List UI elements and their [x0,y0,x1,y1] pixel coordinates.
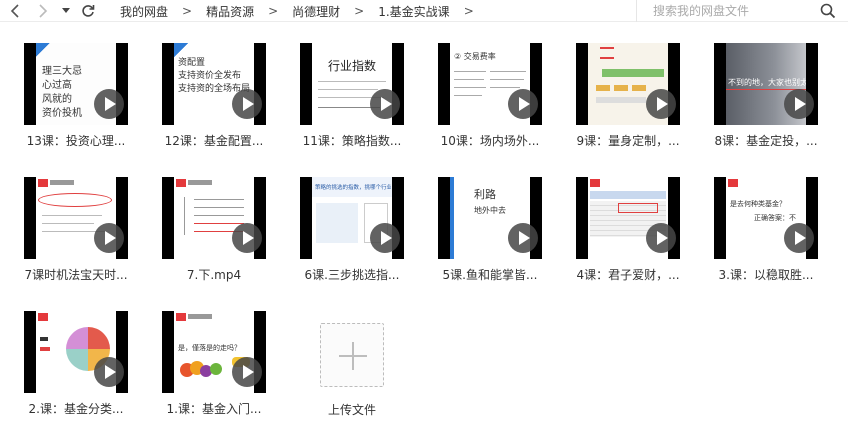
file-name: 5课.鱼和能掌皆... [442,268,538,282]
equals-mark [600,47,614,59]
thumb-text: 正确答案：不 [754,214,796,222]
search-icon[interactable] [820,3,836,19]
video-thumbnail: 利路 地外中去 [438,177,542,259]
file-name: 6课.三步挑选指... [304,268,400,282]
thumb-text: 利路 [474,188,496,201]
breadcrumb-item-my-drive[interactable]: 我的网盘 [108,3,180,20]
file-name: 2.课：基金分类... [28,402,124,416]
video-thumbnail: 理三大忌 心过高 风就的 资价投机 [24,43,128,125]
history-dropdown-button[interactable] [60,2,72,20]
thumb-text: 地外中去 [474,206,506,215]
highlight-circle [38,193,112,207]
file-name: 7课时机法宝天时... [24,268,128,282]
file-name: 4课：君子爱财，... [576,268,680,282]
file-name: 7.下.mp4 [186,268,242,282]
back-button[interactable] [6,2,24,20]
highlight-box [618,203,658,213]
video-thumbnail [24,177,128,259]
play-icon [784,89,814,119]
video-thumbnail [24,311,128,393]
play-icon [370,223,400,253]
file-name: 3.课：以稳取胜... [718,268,814,282]
play-icon [94,89,124,119]
file-name: 10课：场内场外... [440,134,540,148]
thumb-text: 是，僅落是的走吗？ [178,344,241,352]
video-thumbnail: 策略的挑选的指数，挑哪个行业 [300,177,404,259]
file-name: 9课：量身定制，... [576,134,680,148]
video-thumbnail: 不到的地，大家也别太为都 [714,43,818,125]
breadcrumb: 我的网盘 > 精品资源 > 尚德理财 > 1.基金实战课 > [108,0,476,22]
video-thumbnail: 是去何种类基金？ 正确答案：不 [714,177,818,259]
corner-decoration [174,43,188,57]
breadcrumb-item-shangde[interactable]: 尚德理财 [280,3,352,20]
play-icon [94,357,124,387]
chevron-right-icon [39,4,48,18]
file-name: 13课：投资心理... [26,134,126,148]
breadcrumb-separator: > [463,4,474,18]
search-box [636,0,848,22]
file-name: 12课：基金配置... [164,134,264,148]
logo-mark [176,179,186,187]
file-name: 1.课：基金入门... [166,402,262,416]
video-thumbnail: 行业指数 [300,43,404,125]
video-thumbnail [576,43,680,125]
thumb-text: 心过高 [42,80,72,91]
thumb-text: 资配置 [178,58,206,68]
play-icon [370,89,400,119]
refresh-button[interactable] [78,2,98,20]
video-thumbnail: ② 交易费率 [438,43,542,125]
thumb-bar [602,69,664,77]
thumb-heading: 策略的挑选的指数，挑哪个行业 [315,185,391,191]
breadcrumb-item-premium[interactable]: 精品资源 [194,3,266,20]
corner-decoration [36,43,50,57]
play-icon [508,89,538,119]
breadcrumb-separator: > [268,4,279,18]
video-thumbnail [162,177,266,259]
breadcrumb-item-fund-course[interactable]: 1.基金实战课 [366,3,461,20]
upload-label[interactable]: 上传文件 [312,401,392,418]
breadcrumb-separator: > [182,4,193,18]
play-icon [232,223,262,253]
thumb-text: 理三大忌 [42,66,82,77]
forward-button[interactable] [34,2,52,20]
thumb-heading: ② 交易费率 [454,52,496,61]
play-icon [232,357,262,387]
file-name: 11课：策略指数... [302,134,402,148]
chevron-left-icon [10,4,19,18]
play-icon [94,223,124,253]
logo-mark [728,179,738,187]
play-icon [646,89,676,119]
toolbar: 我的网盘 > 精品资源 > 尚德理财 > 1.基金实战课 > [0,0,848,22]
caret-down-icon [62,8,70,13]
thumb-text: 资价投机 [42,108,82,119]
search-input[interactable] [653,4,823,18]
play-icon [508,223,538,253]
thumb-text: 不到的地，大家也别太为都 [728,78,806,87]
file-name: 8课：基金定投，... [714,134,818,148]
logo-mark [176,313,186,321]
logo-mark [590,179,600,187]
video-thumbnail [576,177,680,259]
thumb-text: 是去何种类基金？ [730,200,786,208]
thumb-title: 行业指数 [327,59,376,73]
breadcrumb-separator: > [354,4,365,18]
play-icon [232,89,262,119]
upload-button[interactable] [320,323,384,387]
video-thumbnail: 是，僅落是的走吗？ [162,311,266,393]
thumb-text: 支持资价全发布 [178,71,242,81]
play-icon [646,223,676,253]
play-icon [784,223,814,253]
thumb-text: 风就的 [42,94,72,105]
refresh-icon [82,5,95,17]
logo-mark [38,179,48,187]
logo-mark [38,313,48,321]
video-thumbnail: 资配置 支持资价全发布 支持资的全场布局 [162,43,266,125]
